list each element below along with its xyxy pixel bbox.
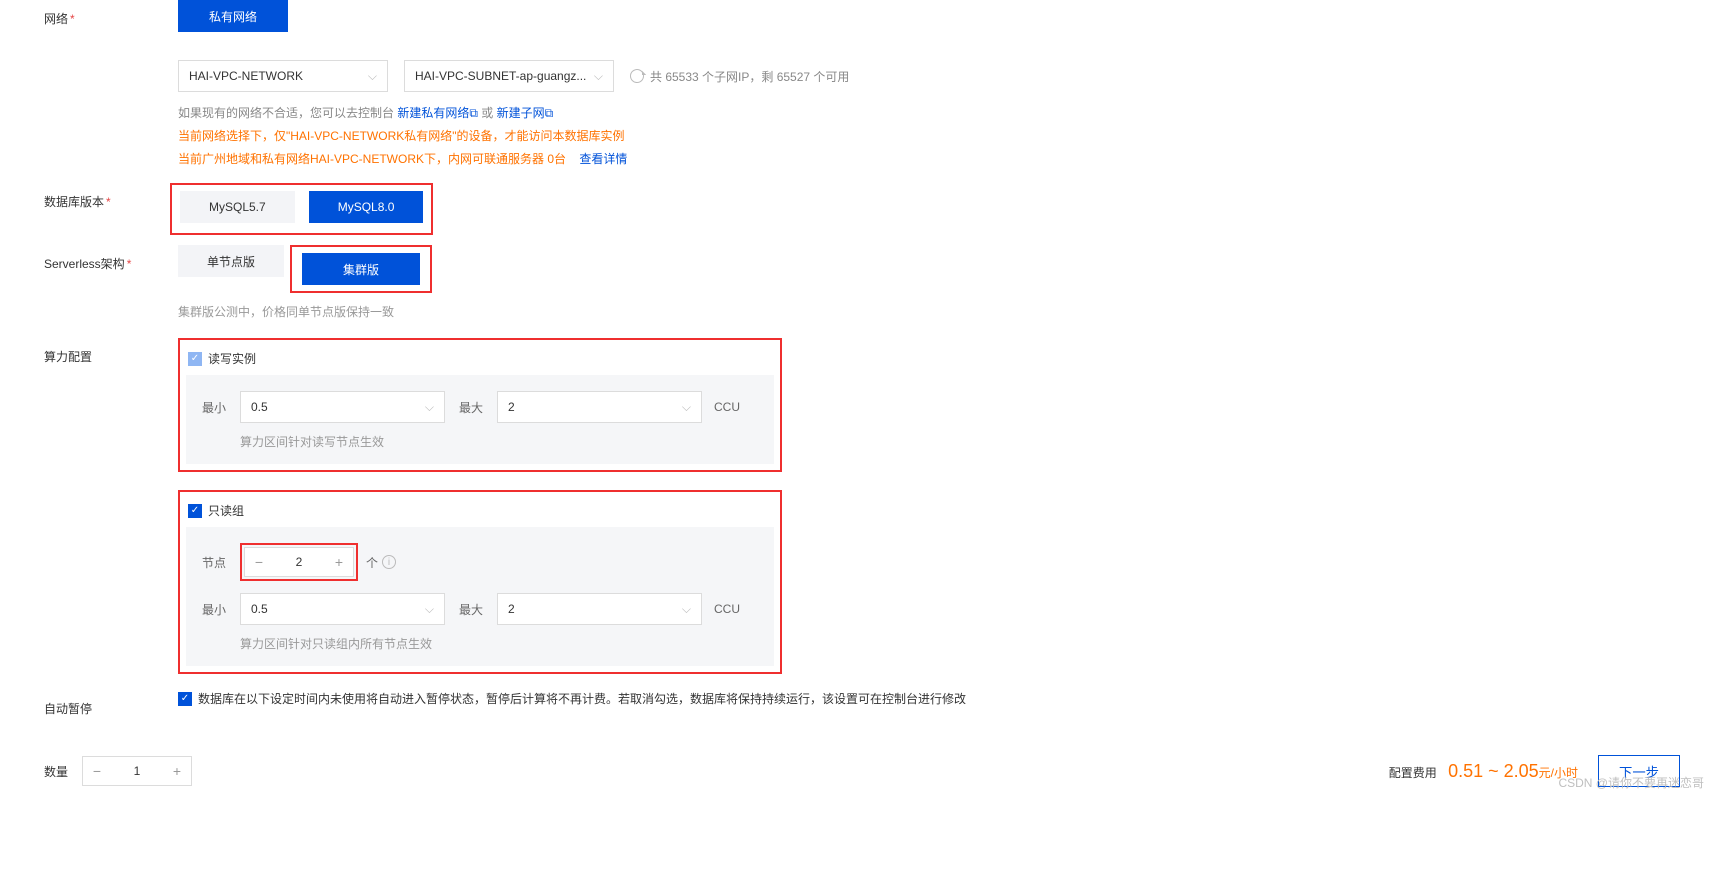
network-warn-1: 当前网络选择下，仅"HAI-VPC-NETWORK私有网络"的设备，才能访问本数…	[178, 127, 1680, 144]
qty-label: 数量	[44, 763, 68, 780]
vpc-select-value: HAI-VPC-NETWORK	[189, 69, 303, 83]
rw-tip: 算力区间针对读写节点生效	[240, 433, 758, 450]
db-version-mysql80[interactable]: MySQL8.0	[309, 191, 424, 223]
serverless-single[interactable]: 单节点版	[178, 245, 284, 277]
node-stepper[interactable]: − 2 +	[244, 547, 354, 577]
ccu-unit: CCU	[714, 602, 740, 616]
db-version-mysql57[interactable]: MySQL5.7	[180, 191, 295, 223]
qty-stepper[interactable]: − 1 +	[82, 756, 192, 786]
ro-max-select[interactable]: 2 ⌵	[497, 593, 702, 625]
price-unit: 元/小时	[1539, 766, 1578, 780]
cost-block: 配置费用 0.51 ~ 2.05元/小时	[1389, 761, 1578, 782]
next-button[interactable]: 下一步	[1598, 755, 1680, 787]
rw-max-select[interactable]: 2 ⌵	[497, 391, 702, 423]
chevron-down-icon: ⌵	[368, 69, 377, 84]
vpc-select[interactable]: HAI-VPC-NETWORK ⌵	[178, 60, 388, 92]
checkbox-ro-group[interactable]	[188, 504, 202, 518]
subnet-ip-info: 共 65533 个子网IP，剩 65527 个可用	[650, 68, 849, 85]
subnet-select[interactable]: HAI-VPC-SUBNET-ap-guangz... ⌵	[404, 60, 614, 92]
qty-value: 1	[111, 757, 163, 785]
node-unit: 个	[366, 554, 378, 571]
label-network: 网络*	[44, 0, 178, 27]
link-view-detail[interactable]: 查看详情	[579, 152, 627, 166]
rw-instance-title: 读写实例	[208, 350, 256, 367]
chevron-down-icon: ⌵	[682, 602, 691, 617]
ro-tip: 算力区间针对只读组内所有节点生效	[240, 635, 758, 652]
link-new-subnet[interactable]: 新建子网⧉	[497, 106, 554, 120]
serverless-cluster[interactable]: 集群版	[302, 253, 420, 285]
cost-label: 配置费用	[1389, 766, 1437, 780]
node-decrement[interactable]: −	[245, 548, 273, 576]
node-increment[interactable]: +	[325, 548, 353, 576]
serverless-tip: 集群版公测中，价格同单节点版保持一致	[178, 303, 1680, 320]
refresh-icon[interactable]	[630, 69, 644, 83]
checkbox-rw-instance[interactable]	[188, 352, 202, 366]
label-db-version: 数据库版本*	[44, 183, 178, 210]
subnet-select-value: HAI-VPC-SUBNET-ap-guangz...	[415, 69, 586, 83]
qty-decrement[interactable]: −	[83, 757, 111, 785]
rw-min-select[interactable]: 0.5 ⌵	[240, 391, 445, 423]
price-value: 0.51 ~ 2.05	[1448, 761, 1539, 781]
checkbox-auto-pause[interactable]	[178, 692, 192, 706]
external-link-icon: ⧉	[545, 106, 554, 121]
link-new-vpc[interactable]: 新建私有网络⧉	[397, 106, 478, 120]
info-icon[interactable]: i	[382, 555, 396, 569]
external-link-icon: ⧉	[469, 106, 478, 121]
tab-private-network[interactable]: 私有网络	[178, 0, 288, 32]
ro-min-select[interactable]: 0.5 ⌵	[240, 593, 445, 625]
chevron-down-icon: ⌵	[682, 400, 691, 415]
network-helper: 如果现有的网络不合适，您可以去控制台 新建私有网络⧉ 或 新建子网⧉	[178, 104, 1680, 121]
label-auto-pause: 自动暂停	[44, 690, 178, 717]
ro-min-label: 最小	[202, 601, 240, 618]
ccu-unit: CCU	[714, 400, 740, 414]
chevron-down-icon: ⌵	[425, 602, 434, 617]
qty-increment[interactable]: +	[163, 757, 191, 785]
auto-pause-text: 数据库在以下设定时间内未使用将自动进入暂停状态，暂停后计算将不再计费。若取消勾选…	[198, 690, 966, 707]
node-value: 2	[273, 548, 325, 576]
node-label: 节点	[202, 554, 240, 571]
chevron-down-icon: ⌵	[594, 69, 603, 84]
chevron-down-icon: ⌵	[425, 400, 434, 415]
ro-max-label: 最大	[459, 601, 497, 618]
network-warn-2: 当前广州地域和私有网络HAI-VPC-NETWORK下，内网可联通服务器 0台 …	[178, 150, 1680, 167]
label-compute: 算力配置	[44, 338, 178, 365]
max-label: 最大	[459, 399, 497, 416]
min-label: 最小	[202, 399, 240, 416]
ro-group-title: 只读组	[208, 502, 244, 519]
label-serverless: Serverless架构*	[44, 245, 178, 272]
